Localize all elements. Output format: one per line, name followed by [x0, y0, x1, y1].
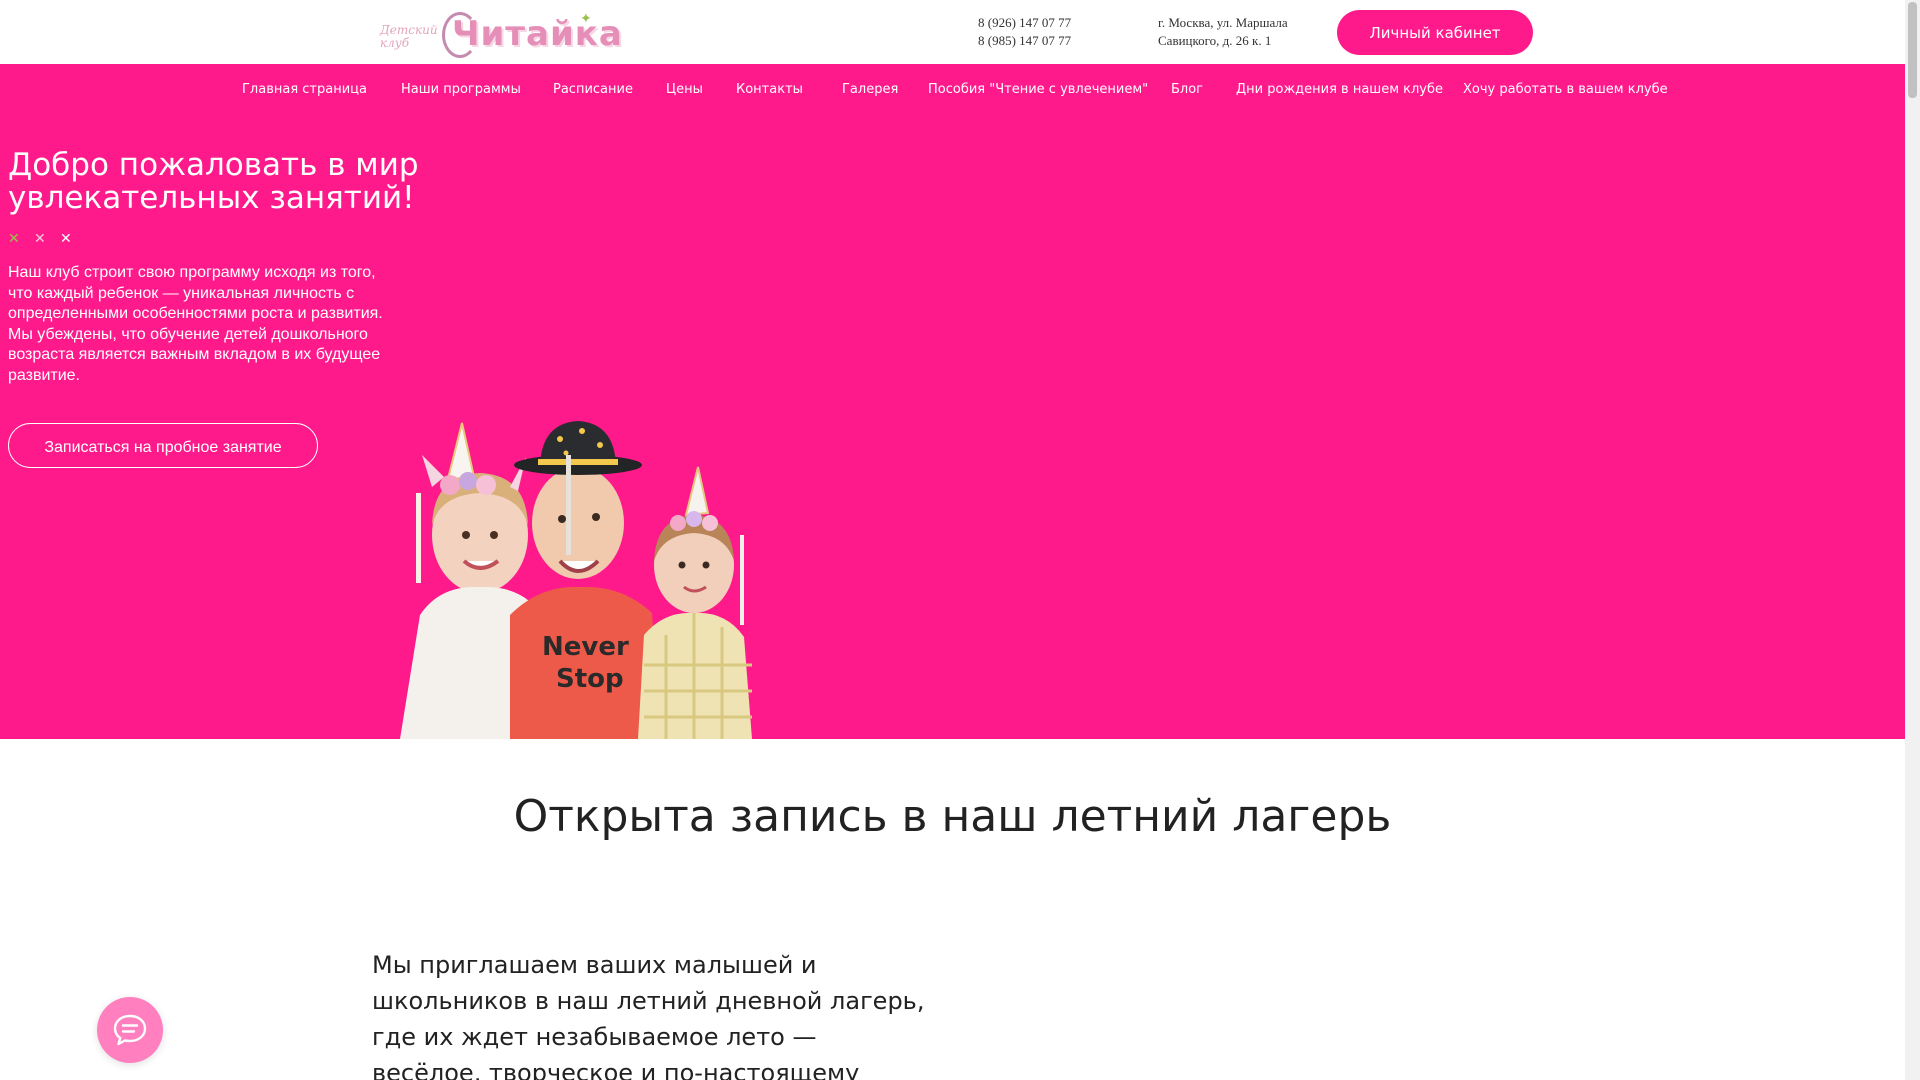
- nav-item-manuals[interactable]: Пособия "Чтение с увлечением": [928, 64, 1148, 115]
- boy-middle-figure: Never Stop: [510, 421, 660, 739]
- address-block: г. Москва, ул. Маршала Савицкого, д. 26 …: [1158, 14, 1288, 50]
- phone-block: 8 (926) 147 07 77 8 (985) 147 07 77: [978, 14, 1071, 50]
- scrollbar-thumb[interactable]: [1908, 2, 1917, 98]
- hero-section: Добро пожаловать в мир увлекательных зан…: [0, 115, 1905, 739]
- camp-title: Открыта запись в наш летний лагерь: [513, 791, 1392, 842]
- svg-text:Never: Never: [542, 632, 629, 662]
- cross-icon: ✕: [60, 230, 72, 246]
- nav-item-contacts[interactable]: Контакты: [736, 64, 803, 115]
- nav-item-gallery[interactable]: Галерея: [842, 64, 898, 115]
- nav-item-prices[interactable]: Цены: [666, 64, 703, 115]
- cross-icon: ✕: [8, 230, 20, 246]
- logo[interactable]: Детский клуб Читайка ✦: [380, 10, 622, 60]
- chat-button[interactable]: [97, 997, 163, 1063]
- hero-title: Добро пожаловать в мир увлекательных зан…: [8, 147, 419, 216]
- nav-item-blog[interactable]: Блог: [1171, 64, 1203, 115]
- hero-description: Наш клуб строит свою программу исходя из…: [8, 264, 383, 384]
- star-icon: ✦: [580, 10, 592, 26]
- nav-item-birthdays[interactable]: Дни рождения в нашем клубе: [1236, 64, 1443, 115]
- phone-number[interactable]: 8 (985) 147 07 77: [978, 32, 1071, 50]
- phone-number[interactable]: 8 (926) 147 07 77: [978, 14, 1071, 32]
- address-line: г. Москва, ул. Маршала: [1158, 15, 1288, 30]
- camp-description: Мы приглашаем ваших малышей и школьников…: [372, 951, 925, 1080]
- nav-item-programs[interactable]: Наши программы: [401, 64, 521, 115]
- logo-subtitle: Детский клуб: [380, 23, 438, 50]
- svg-text:Stop: Stop: [556, 664, 624, 694]
- account-button[interactable]: Личный кабинет: [1337, 10, 1533, 55]
- main-nav: Главная страница Наши программы Расписан…: [0, 64, 1905, 115]
- chat-bubble-icon: [113, 1014, 147, 1046]
- site-header: Детский клуб Читайка ✦ 8 (926) 147 07 77…: [0, 0, 1905, 64]
- cross-icon: ✕: [34, 230, 46, 246]
- page: Детский клуб Читайка ✦ 8 (926) 147 07 77…: [0, 0, 1905, 1080]
- children-photo: Never Stop: [400, 421, 752, 739]
- nav-item-schedule[interactable]: Расписание: [553, 64, 633, 115]
- girl-right-figure: [638, 466, 752, 739]
- nav-item-careers[interactable]: Хочу работать в вашем клубе: [1463, 64, 1668, 115]
- logo-text: Читайка: [452, 14, 623, 54]
- scrollbar[interactable]: [1905, 0, 1920, 1080]
- address-line: Савицкого, д. 26 к. 1: [1158, 33, 1272, 48]
- nav-item-home[interactable]: Главная страница: [242, 64, 367, 115]
- trial-lesson-button[interactable]: Записаться на пробное занятие: [8, 423, 318, 468]
